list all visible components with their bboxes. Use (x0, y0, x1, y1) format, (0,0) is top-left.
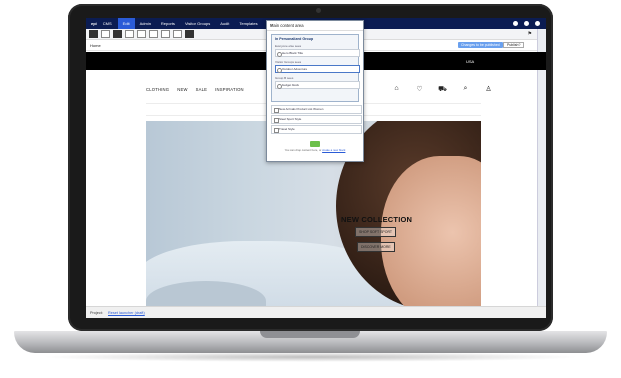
drop-hint: You can drop content here, or (284, 148, 322, 152)
menu-item-sale[interactable]: SALE (196, 87, 208, 92)
apps-menu-button[interactable]: CMS (103, 21, 112, 26)
content-item[interactable]: Hero Block Title (275, 49, 360, 57)
device-icon[interactable] (173, 30, 182, 38)
content-item-label: budget block (282, 83, 300, 87)
condition-label: Visitor Groups sees (275, 60, 302, 64)
nav-tab-visitor-groups[interactable]: Visitor Groups (180, 18, 215, 29)
group-title: In Personalized Group (275, 37, 314, 41)
site-search-icon[interactable]: ⌕ (461, 85, 470, 94)
flag-icon[interactable]: ⚑ (528, 31, 532, 37)
content-block[interactable]: Travel Style (271, 125, 362, 134)
compare-icon[interactable] (149, 30, 158, 38)
project-label: Project: (90, 311, 103, 315)
content-item[interactable]: Outdoor Adventure (275, 65, 360, 73)
block-icon (277, 83, 282, 89)
cms-logo: epi (91, 21, 97, 26)
menu-item-clothing[interactable]: CLOTHING (146, 87, 169, 92)
preview-icon[interactable] (137, 30, 146, 38)
project-link[interactable]: Reset launcher (draft) (108, 311, 145, 315)
laptop-screen: epi CMS Edit Admin Reports Visitor Group… (86, 18, 546, 318)
site-header-icons: ⌂ ♡ ⛟ ⌕ ♙ (392, 85, 493, 94)
cart-icon[interactable]: ⛟ (438, 85, 447, 94)
nav-tab-audit[interactable]: Audit (215, 18, 234, 29)
site-main-menu: CLOTHING NEW SALE INSPIRATION (146, 87, 244, 92)
nav-tab-edit[interactable]: Edit (117, 18, 135, 29)
drop-zone[interactable]: You can drop content here, or create a n… (271, 141, 359, 157)
shop-soft-sport-button[interactable]: SHOP SOFT SPORT (355, 227, 397, 237)
condition-label: Everyone else sees (275, 44, 302, 48)
content-item-label: Outdoor Adventure (282, 67, 308, 71)
webcam (316, 8, 321, 13)
page-title: Home (90, 43, 101, 48)
publish-status-badge[interactable]: Changes to be published (458, 42, 503, 48)
drop-arrow-icon (310, 141, 320, 147)
nav-tab-templates[interactable]: Templates (234, 18, 262, 29)
content-block[interactable]: Steel Sport Style (271, 115, 362, 124)
add-icon[interactable] (101, 30, 110, 38)
right-pane-toggle[interactable] (537, 29, 546, 306)
store-icon[interactable]: ⌂ (392, 85, 401, 94)
wishlist-icon[interactable]: ♡ (415, 85, 424, 94)
content-item[interactable]: budget block (275, 81, 360, 89)
content-block-label: New Arrivals Product List Women (279, 107, 324, 111)
content-area-dialog: Main content area × In Personalized Grou… (266, 20, 364, 162)
dialog-header: Main content area × (267, 21, 363, 31)
nav-tab-reports[interactable]: Reports (156, 18, 180, 29)
personalized-group[interactable]: In Personalized Group Everyone else sees… (271, 34, 360, 102)
content-block[interactable]: New Arrivals Product List Women (271, 105, 362, 114)
cms-top-actions (513, 21, 540, 26)
condition-label: Group B sees (275, 76, 294, 80)
page-icon (274, 128, 279, 133)
hero-title: NEW COLLECTION (341, 215, 413, 224)
laptop-notch (260, 331, 360, 338)
discover-more-button[interactable]: DISCOVER MORE (357, 242, 395, 252)
content-block-label: Steel Sport Style (279, 117, 302, 121)
content-item-label: Hero Block Title (282, 51, 304, 55)
undo-icon[interactable] (125, 30, 134, 38)
help-icon[interactable] (513, 21, 518, 26)
page-icon (274, 118, 279, 123)
locale-selector[interactable]: USA (466, 59, 474, 64)
toggle-navigation-icon[interactable] (89, 30, 98, 38)
search-icon[interactable] (535, 21, 540, 26)
layout-icon[interactable] (185, 30, 194, 38)
laptop-shadow (40, 352, 581, 362)
create-block-link[interactable]: create a new block (322, 148, 345, 152)
options-icon[interactable] (113, 30, 122, 38)
content-block-label: Travel Style (279, 127, 295, 131)
publish-button[interactable]: Publish? (503, 42, 525, 48)
block-icon (277, 67, 282, 73)
block-icon (274, 108, 279, 113)
block-icon (277, 51, 282, 57)
nav-tab-admin[interactable]: Admin (135, 18, 156, 29)
menu-item-inspiration[interactable]: INSPIRATION (215, 87, 244, 92)
view-icon[interactable] (161, 30, 170, 38)
cms-nav: Edit Admin Reports Visitor Groups Audit … (117, 18, 263, 29)
user-icon[interactable] (524, 21, 529, 26)
account-icon[interactable]: ♙ (484, 85, 493, 94)
menu-item-new[interactable]: NEW (177, 87, 187, 92)
close-icon[interactable]: × (270, 23, 360, 29)
status-bar: Project: Reset launcher (draft) (86, 306, 546, 318)
